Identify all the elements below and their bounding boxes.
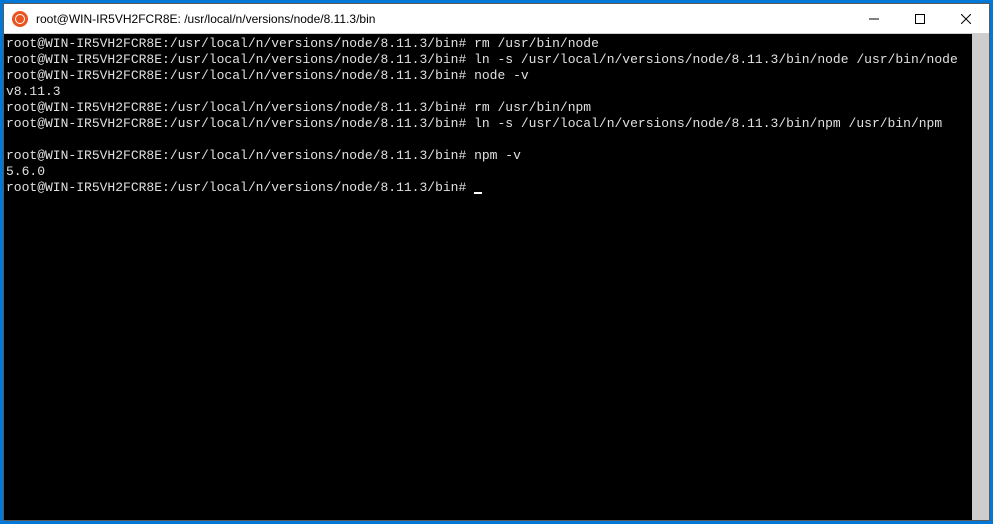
minimize-icon xyxy=(869,14,879,24)
close-icon xyxy=(961,14,971,24)
terminal-line-command: root@WIN-IR5VH2FCR8E:/usr/local/n/versio… xyxy=(6,36,970,52)
close-button[interactable] xyxy=(943,4,989,33)
terminal-line-command: root@WIN-IR5VH2FCR8E:/usr/local/n/versio… xyxy=(6,68,970,84)
minimize-button[interactable] xyxy=(851,4,897,33)
window-title: root@WIN-IR5VH2FCR8E: /usr/local/n/versi… xyxy=(36,12,851,26)
titlebar[interactable]: root@WIN-IR5VH2FCR8E: /usr/local/n/versi… xyxy=(4,4,989,34)
terminal-line-command: root@WIN-IR5VH2FCR8E:/usr/local/n/versio… xyxy=(6,148,970,164)
window-controls xyxy=(851,4,989,33)
terminal-line-command: root@WIN-IR5VH2FCR8E:/usr/local/n/versio… xyxy=(6,180,970,196)
terminal-line-command: root@WIN-IR5VH2FCR8E:/usr/local/n/versio… xyxy=(6,100,970,116)
terminal-window: root@WIN-IR5VH2FCR8E: /usr/local/n/versi… xyxy=(3,3,990,521)
maximize-button[interactable] xyxy=(897,4,943,33)
terminal-output[interactable]: root@WIN-IR5VH2FCR8E:/usr/local/n/versio… xyxy=(4,34,972,520)
maximize-icon xyxy=(915,14,925,24)
terminal-area: root@WIN-IR5VH2FCR8E:/usr/local/n/versio… xyxy=(4,34,989,520)
scroll-thumb[interactable] xyxy=(972,34,989,520)
terminal-line-command: root@WIN-IR5VH2FCR8E:/usr/local/n/versio… xyxy=(6,52,970,68)
cursor xyxy=(474,192,482,194)
terminal-line-command: root@WIN-IR5VH2FCR8E:/usr/local/n/versio… xyxy=(6,116,970,132)
ubuntu-icon xyxy=(12,11,28,27)
terminal-line-output: 5.6.0 xyxy=(6,164,970,180)
terminal-line-output: v8.11.3 xyxy=(6,84,970,100)
scrollbar[interactable] xyxy=(972,34,989,520)
terminal-line-output xyxy=(6,132,970,148)
